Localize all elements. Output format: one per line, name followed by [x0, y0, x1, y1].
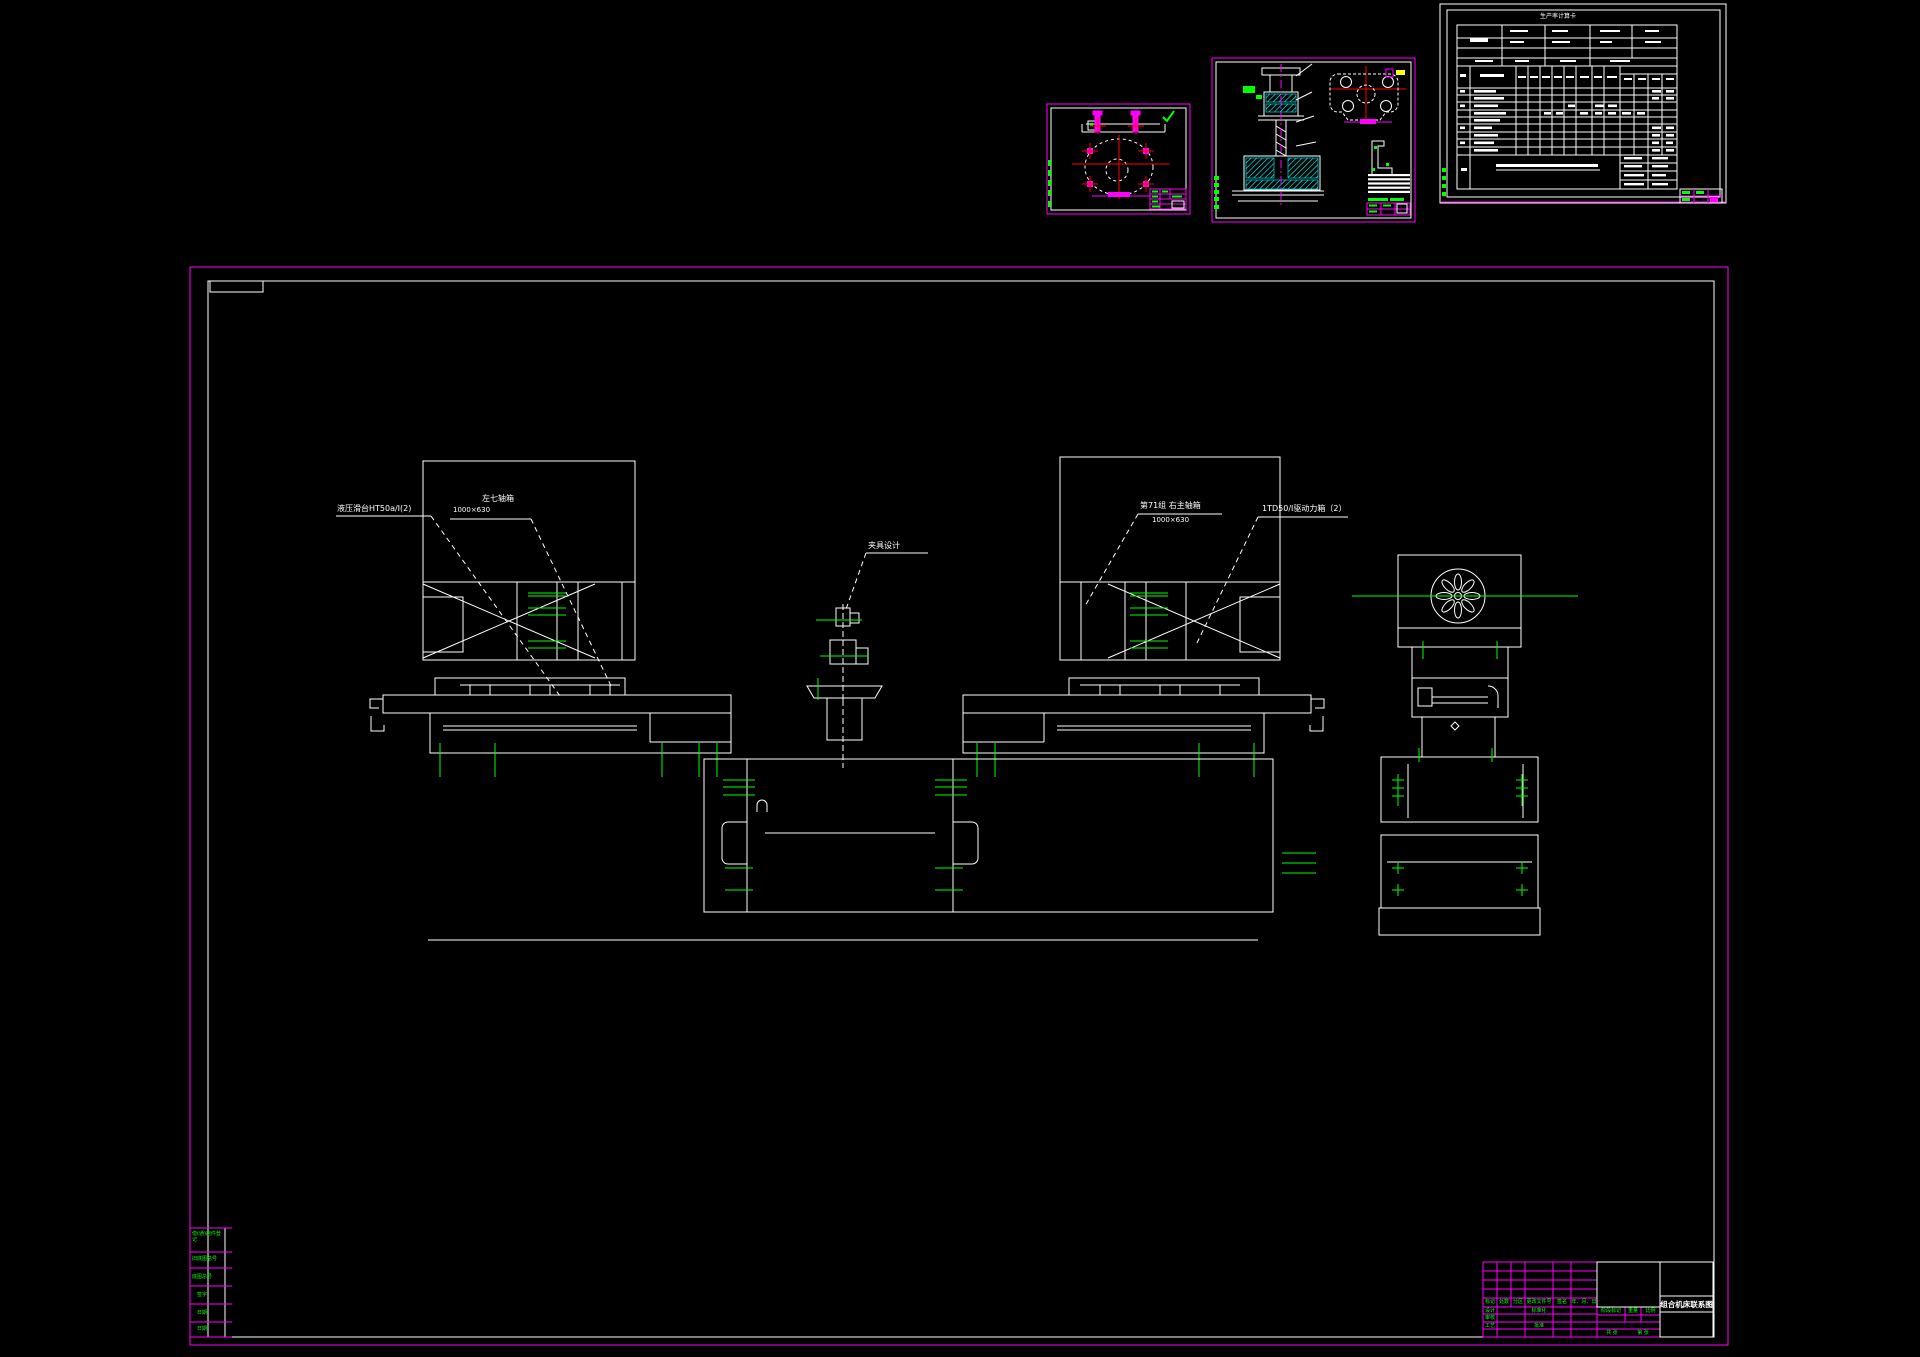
- tb-sheet-total: 共 张: [1597, 1331, 1627, 1336]
- tb-rev-zone: 分区: [1511, 1300, 1525, 1305]
- label-right-spindle-box-size: 1000×630: [1152, 516, 1189, 524]
- label-fixture-design: 夹具设计: [868, 541, 900, 550]
- attr-row-old-base-no: 旧底图总号: [192, 1256, 224, 1262]
- tb-rev-count: 处数: [1497, 1300, 1511, 1305]
- tb-stage-label: 阶段标记: [1597, 1309, 1625, 1314]
- sheet-c-title-block: [1680, 189, 1722, 203]
- tb-rev-date: 年、月、日: [1571, 1300, 1597, 1305]
- sheet-c-side-notes: [1442, 168, 1446, 196]
- jig-bracket-detail: [1372, 141, 1392, 175]
- productivity-table-text-greek: [1460, 30, 1674, 185]
- sheet-top-left: [1047, 104, 1190, 214]
- sheet-b-parts-list: [1368, 174, 1410, 193]
- tb-sheet-index: 第 张: [1628, 1331, 1658, 1336]
- tb-rev-docno: 更改文件号: [1525, 1300, 1553, 1305]
- tb-role-check: 审核: [1483, 1316, 1497, 1321]
- label-left-spindle-box-size: 1000×630: [453, 506, 490, 514]
- clamp-symbols: [1082, 143, 1154, 192]
- leader-lines: [336, 514, 1348, 696]
- front-view-left-unit: [370, 461, 731, 753]
- tb-role-process: 工艺: [1483, 1324, 1497, 1329]
- sheet-top-right: [1440, 4, 1726, 203]
- cad-line-art: [0, 0, 1920, 1357]
- tb-weight-label: 重量: [1625, 1309, 1641, 1314]
- tb-rev-mark: 标记: [1483, 1300, 1497, 1305]
- label-right-spindle-box-name: 第71组 右主轴箱: [1140, 501, 1201, 510]
- attr-row-sign: 签字: [197, 1292, 229, 1298]
- attr-row-date1: 日期: [197, 1310, 229, 1316]
- attr-row-base-no: 底图总号: [192, 1274, 224, 1280]
- label-left-spindle-box-name: 左七轴箱: [482, 494, 514, 503]
- productivity-card-title: 生产率计算卡: [1540, 11, 1576, 20]
- tb-role-standard: 标准化: [1525, 1309, 1553, 1314]
- sheet-b-title-block: [1367, 198, 1410, 215]
- label-hydraulic-slide: 液压滑台HT50a/Ⅰ(2): [337, 504, 411, 513]
- label-power-box: 1TD50/Ⅰ驱动力箱（2）: [1262, 504, 1346, 513]
- main-sheet-border: [190, 267, 1728, 1345]
- side-view-green-marks: [1352, 596, 1578, 896]
- front-view-center-green-ticks: [723, 620, 967, 890]
- attribute-column-grid: [190, 1228, 232, 1337]
- check-mark-icon: [1163, 111, 1174, 121]
- sheet-top-middle: [1212, 58, 1415, 222]
- tb-role-approve: 批准: [1525, 1324, 1553, 1329]
- tb-role-design: 设计: [1483, 1309, 1497, 1314]
- sheet-a-title-block: [1150, 189, 1186, 209]
- drawing-title: 组合机床联系图: [1660, 1299, 1713, 1310]
- tb-rev-sign: 签名: [1553, 1300, 1571, 1305]
- yellow-mark: [1396, 70, 1405, 75]
- cad-workspace: 液压滑台HT50a/Ⅰ(2) 左七轴箱 1000×630 夹具设计 第71组 右…: [0, 0, 1920, 1357]
- attr-row-borrow: 借(通)用件登记: [192, 1231, 224, 1244]
- side-view: [1379, 555, 1540, 935]
- tb-scale-label: 比例: [1641, 1309, 1660, 1314]
- jig-plan-view: [1330, 66, 1406, 124]
- attr-row-date2: 日期: [197, 1326, 229, 1332]
